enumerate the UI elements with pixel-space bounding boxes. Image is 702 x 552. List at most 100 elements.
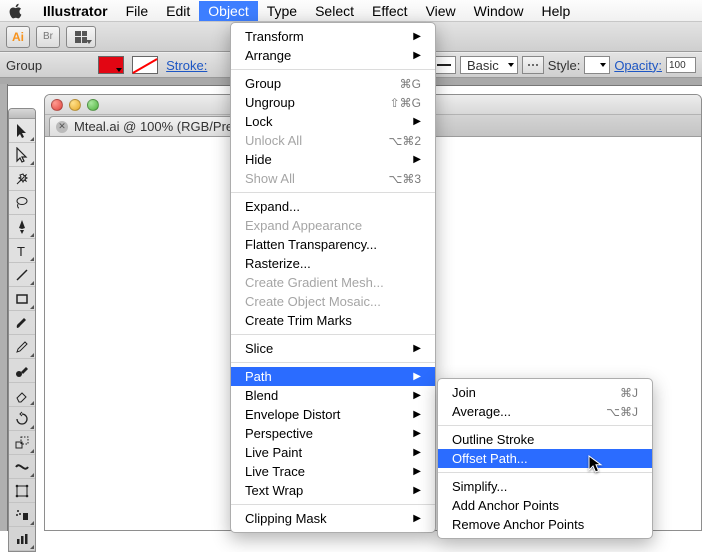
menu-type[interactable]: Type <box>258 1 306 21</box>
direct-selection-tool[interactable] <box>9 143 35 167</box>
object-menu-item-transform[interactable]: Transform▶ <box>231 27 435 46</box>
zoom-window-button[interactable] <box>87 99 99 111</box>
style-select[interactable] <box>584 56 610 74</box>
rotate-tool[interactable] <box>9 407 35 431</box>
brush-select[interactable]: Basic <box>460 56 518 74</box>
free-transform-tool[interactable] <box>9 479 35 503</box>
menu-item-label: Envelope Distort <box>245 407 340 422</box>
object-menu-item-lock[interactable]: Lock▶ <box>231 112 435 131</box>
object-menu-item-arrange[interactable]: Arrange▶ <box>231 46 435 65</box>
menu-shortcut: ⌥⌘3 <box>388 172 421 186</box>
menu-item-label: Create Object Mosaic... <box>245 294 381 309</box>
path-menu-item-add-anchor-points[interactable]: Add Anchor Points <box>438 496 652 515</box>
pencil-tool[interactable] <box>9 335 35 359</box>
pen-tool[interactable] <box>9 215 35 239</box>
menu-item-label: Perspective <box>245 426 313 441</box>
object-menu-item-rasterize[interactable]: Rasterize... <box>231 254 435 273</box>
object-menu-item-flatten-transparency[interactable]: Flatten Transparency... <box>231 235 435 254</box>
object-menu-item-text-wrap[interactable]: Text Wrap▶ <box>231 481 435 500</box>
submenu-arrow-icon: ▶ <box>413 466 421 477</box>
path-menu-item-average[interactable]: Average...⌥⌘J <box>438 402 652 421</box>
menu-item-label: Clipping Mask <box>245 511 327 526</box>
object-menu-item-ungroup[interactable]: Ungroup ⇧⌘G <box>231 93 435 112</box>
close-tab-icon[interactable]: ✕ <box>56 121 68 133</box>
type-tool[interactable]: T <box>9 239 35 263</box>
object-menu-item-path[interactable]: Path ▶ <box>231 367 435 386</box>
object-menu-item-live-paint[interactable]: Live Paint▶ <box>231 443 435 462</box>
opacity-input[interactable]: 100 <box>666 57 696 73</box>
menu-item-label: Add Anchor Points <box>452 498 559 513</box>
object-menu-item-perspective[interactable]: Perspective▶ <box>231 424 435 443</box>
object-menu-item-create-object-mosaic: Create Object Mosaic... <box>231 292 435 311</box>
object-menu-item-blend[interactable]: Blend ▶ <box>231 386 435 405</box>
close-window-button[interactable] <box>51 99 63 111</box>
tools-panel-grip[interactable] <box>9 109 35 119</box>
menu-edit[interactable]: Edit <box>157 1 199 21</box>
width-tool[interactable] <box>9 455 35 479</box>
path-submenu: Join⌘JAverage...⌥⌘J Outline Stroke Offset … <box>437 378 653 539</box>
menu-item-label: Unlock All <box>245 133 302 148</box>
submenu-arrow-icon: ▶ <box>413 116 421 127</box>
submenu-arrow-icon: ▶ <box>413 371 421 382</box>
minimize-window-button[interactable] <box>69 99 81 111</box>
menu-file[interactable]: File <box>117 1 158 21</box>
rectangle-tool[interactable] <box>9 287 35 311</box>
arrange-documents-button[interactable] <box>66 26 96 48</box>
menu-item-label: Live Paint <box>245 445 302 460</box>
lasso-tool[interactable] <box>9 191 35 215</box>
selection-tool[interactable] <box>9 119 35 143</box>
object-menu-item-create-trim-marks[interactable]: Create Trim Marks <box>231 311 435 330</box>
path-menu-item-join[interactable]: Join⌘J <box>438 383 652 402</box>
menu-shortcut: ⇧⌘G <box>390 96 421 110</box>
stroke-swatch[interactable] <box>132 56 158 74</box>
eraser-tool[interactable] <box>9 383 35 407</box>
bridge-icon[interactable]: Br <box>36 26 60 48</box>
apple-menu-icon[interactable] <box>8 3 24 19</box>
menu-select[interactable]: Select <box>306 1 363 21</box>
menu-effect[interactable]: Effect <box>363 1 417 21</box>
object-menu-item-expand[interactable]: Expand... <box>231 197 435 216</box>
blob-brush-tool[interactable] <box>9 359 35 383</box>
menu-object[interactable]: Object <box>199 1 257 21</box>
path-menu-item-remove-anchor-points[interactable]: Remove Anchor Points <box>438 515 652 534</box>
paintbrush-tool[interactable] <box>9 311 35 335</box>
menu-item-label: Join <box>452 385 476 400</box>
symbol-sprayer-tool[interactable] <box>9 503 35 527</box>
menu-item-label: Path <box>245 369 272 384</box>
object-menu-item-slice[interactable]: Slice▶ <box>231 339 435 358</box>
menu-shortcut: ⌥⌘J <box>606 405 638 419</box>
path-menu-item-offset-path[interactable]: Offset Path... <box>438 449 652 468</box>
menu-shortcut: ⌥⌘2 <box>388 134 421 148</box>
style-label: Style: <box>548 58 581 73</box>
line-tool[interactable] <box>9 263 35 287</box>
menu-item-label: Blend <box>245 388 278 403</box>
menu-item-label: Text Wrap <box>245 483 303 498</box>
fill-swatch[interactable] <box>98 56 124 74</box>
object-menu-item-live-trace[interactable]: Live Trace ▶ <box>231 462 435 481</box>
submenu-arrow-icon: ▶ <box>413 390 421 401</box>
object-menu-item-clipping-mask[interactable]: Clipping Mask▶ <box>231 509 435 528</box>
opacity-panel-link[interactable]: Opacity: <box>614 58 662 73</box>
menu-window[interactable]: Window <box>465 1 533 21</box>
stroke-panel-link[interactable]: Stroke: <box>166 58 207 73</box>
variable-width-profile[interactable] <box>522 56 544 74</box>
object-menu-item-group[interactable]: Group⌘G <box>231 74 435 93</box>
scale-tool[interactable] <box>9 431 35 455</box>
system-menu-bar: Illustrator File Edit Object Type Select… <box>0 0 702 22</box>
submenu-arrow-icon: ▶ <box>413 154 421 165</box>
menu-view[interactable]: View <box>417 1 465 21</box>
path-menu-item-simplify[interactable]: Simplify... <box>438 477 652 496</box>
illustrator-icon[interactable]: Ai <box>6 26 30 48</box>
object-menu-dropdown: Transform▶Arrange▶Group⌘GUngroup⇧⌘GLock▶… <box>230 22 436 533</box>
path-menu-item-outline-stroke[interactable]: Outline Stroke <box>438 430 652 449</box>
object-menu-item-hide[interactable]: Hide▶ <box>231 150 435 169</box>
menu-item-label: Ungroup <box>245 95 295 110</box>
object-menu-item-envelope-distort[interactable]: Envelope Distort▶ <box>231 405 435 424</box>
menu-shortcut: ⌘G <box>400 77 421 91</box>
menu-item-label: Transform <box>245 29 304 44</box>
magic-wand-tool[interactable] <box>9 167 35 191</box>
menu-help[interactable]: Help <box>532 1 579 21</box>
menu-item-label: Live Trace <box>245 464 305 479</box>
menu-item-label: Offset Path... <box>452 451 528 466</box>
menu-app-name[interactable]: Illustrator <box>34 1 117 21</box>
